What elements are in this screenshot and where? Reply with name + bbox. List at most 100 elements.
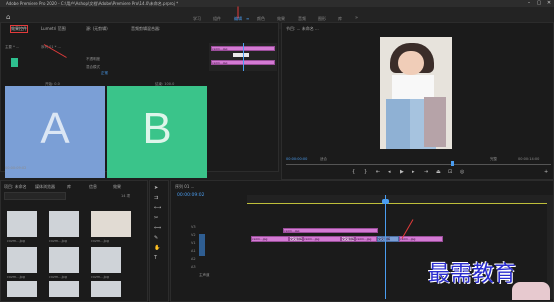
minimize-icon[interactable]: – [524, 0, 534, 7]
project-item-label-6: cxzm...jpg [91, 275, 109, 279]
project-thumb-7[interactable] [7, 281, 37, 297]
go-to-in-icon[interactable]: ⇤ [376, 169, 380, 175]
track-v3[interactable]: V3 [191, 225, 196, 229]
timeline-timecode[interactable]: 00:00:09:02 [177, 193, 204, 198]
photo-chair [424, 97, 446, 147]
close-icon[interactable]: ✕ [544, 0, 554, 7]
tab-info[interactable]: 信息 [89, 184, 97, 190]
tab-project[interactable]: 项目: 未命名 [4, 184, 27, 190]
ecp-timecode: 00:00:09:02 [5, 166, 27, 170]
program-timecode-left[interactable]: 00:00:00:00 [286, 157, 307, 161]
track-a2[interactable]: A2 [191, 257, 196, 261]
slip-tool-icon[interactable]: ⟺ [154, 225, 161, 231]
project-thumb-4[interactable] [7, 247, 37, 273]
program-monitor: 节目: ... 未命名 ... 00:00:00:00 适合 00:00:14:… [281, 22, 554, 180]
timeline-transition-2[interactable]: 交叉溶解 [341, 236, 355, 242]
home-icon[interactable]: ⌂ [6, 13, 10, 21]
tab-effects[interactable]: 效果 [113, 184, 121, 190]
tab-source[interactable]: 源: (无剪辑) [86, 26, 108, 32]
lift-icon[interactable]: ⏏ [436, 169, 441, 175]
tab-media-browser[interactable]: 媒体浏览器 [35, 184, 55, 190]
program-video-frame [380, 37, 452, 149]
project-thumb-8[interactable] [49, 281, 79, 297]
step-forward-icon[interactable]: ▸ [412, 169, 415, 175]
playhead-handle[interactable] [382, 199, 389, 204]
work-area-bar[interactable] [247, 203, 547, 204]
timeline-ruler[interactable] [247, 195, 547, 203]
maximize-icon[interactable]: ▢ [534, 0, 544, 7]
watermark-decoration [512, 282, 550, 300]
timeline-clip-3[interactable]: cxzm...jpg [355, 236, 377, 242]
end-letter: B [142, 104, 172, 153]
start-letter: A [40, 104, 70, 153]
project-thumb-1[interactable] [7, 211, 37, 237]
timeline-clip-v2[interactable]: cxzm...jpg [283, 228, 378, 233]
razor-tool-icon[interactable]: ✂ [154, 215, 158, 221]
go-to-out-icon[interactable]: ⇥ [424, 169, 428, 175]
ripple-edit-icon[interactable]: ⟷ [154, 205, 161, 211]
tab-audio-mixer[interactable]: 音频剪辑混合器: [131, 26, 160, 32]
clip-color-swatch [11, 58, 18, 67]
timeline-clip-1[interactable]: cxzm...jpg [251, 236, 289, 242]
transition-end-preview: B [107, 86, 207, 178]
settings-icon[interactable]: + [544, 169, 548, 175]
tools-panel: ➤ ⇉ ⟷ ✂ ⟺ ✎ ✋ T [149, 180, 169, 302]
project-panel: 项目: 未命名 媒体浏览器 库 信息 效果 14 项 cxzm...jpg cx… [0, 180, 148, 302]
timeline-clip-2[interactable]: cxzm...jpg [303, 236, 341, 242]
program-scrubber[interactable] [286, 164, 551, 165]
master-label: 主要 * ... [5, 45, 20, 49]
track-v2[interactable]: V2 [191, 233, 196, 237]
timeline-playhead[interactable] [385, 195, 386, 299]
timeline-transition-1[interactable]: 交叉溶解 [289, 236, 303, 242]
mark-in-icon[interactable]: { [352, 169, 355, 175]
project-thumb-6[interactable] [91, 247, 121, 273]
photo-face [398, 51, 424, 75]
fit-dropdown[interactable]: 适合 [320, 157, 327, 162]
timeline-title: 序列 01 ... [175, 184, 195, 189]
extract-icon[interactable]: ⊡ [448, 169, 452, 175]
track-select-icon[interactable]: ⇉ [154, 195, 158, 201]
type-tool-icon[interactable]: T [154, 255, 157, 261]
project-item-label-3: cxzm...jpg [91, 239, 109, 243]
opacity-label: 不透明度 [86, 57, 100, 61]
program-title: 节目: ... 未命名 ... [286, 26, 319, 31]
resolution-dropdown[interactable]: 完整 [490, 157, 497, 162]
title-bar: Adobe Premiere Pro 2020 - C:\用户\Ashop\文档… [0, 0, 554, 7]
step-back-icon[interactable]: ◂ [388, 169, 391, 175]
program-timecode-right: 00:00:14:00 [518, 157, 540, 161]
ecp-mini-timeline: cxzm...jpg cxzm...jpg [209, 43, 277, 71]
blend-label: 混合模式 [86, 65, 100, 69]
track-a3[interactable]: A3 [191, 265, 196, 269]
watermark-text: 最需教育 [428, 262, 517, 287]
mark-out-icon[interactable]: } [364, 169, 367, 175]
tab-lumetri[interactable]: Lumetri 范围 [41, 26, 66, 32]
project-thumb-2[interactable] [49, 211, 79, 237]
ecp-playhead[interactable] [243, 43, 244, 71]
ecp-transition[interactable] [233, 53, 249, 57]
project-search-input[interactable] [4, 192, 66, 200]
selection-tool-icon[interactable]: ➤ [154, 185, 158, 191]
tab-menu-icon[interactable]: ≡ [246, 16, 249, 21]
project-thumb-9[interactable] [91, 281, 121, 297]
project-item-label-2: cxzm...jpg [49, 239, 67, 243]
annotation-arrow-2 [237, 6, 239, 19]
tab-libraries[interactable]: 库 [67, 184, 71, 190]
project-thumb-3[interactable] [91, 211, 131, 237]
export-frame-icon[interactable]: ◎ [460, 169, 464, 175]
timeline-transition-selected[interactable]: 交叉溶解 [377, 236, 399, 242]
play-icon[interactable]: ▶ [400, 169, 404, 175]
timeline-clip-4[interactable]: cxzm...jpg [399, 236, 443, 242]
hand-tool-icon[interactable]: ✋ [154, 245, 160, 251]
project-thumb-5[interactable] [49, 247, 79, 273]
blend-value[interactable]: 正常 [101, 71, 108, 76]
more-icon[interactable]: » [355, 15, 358, 21]
tab-effect-controls[interactable]: 效果控件 [10, 25, 28, 33]
project-item-label-1: cxzm...jpg [7, 239, 25, 243]
program-playhead[interactable] [451, 161, 454, 166]
project-item-label-5: cxzm...jpg [49, 275, 67, 279]
track-a1[interactable]: A1 [191, 249, 196, 253]
pen-tool-icon[interactable]: ✎ [154, 235, 158, 241]
track-v1[interactable]: V1 [191, 241, 196, 245]
master-track: 主声道 [199, 273, 210, 277]
track-target-toggle[interactable] [199, 234, 205, 256]
